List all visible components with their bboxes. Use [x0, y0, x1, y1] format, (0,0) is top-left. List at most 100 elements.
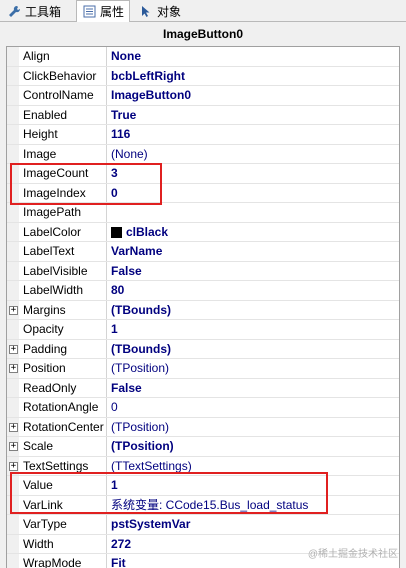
- property-value[interactable]: None: [108, 47, 399, 66]
- property-name: Width: [21, 534, 107, 553]
- row-gutter: [7, 534, 19, 553]
- property-row[interactable]: ImageCount 3: [7, 164, 399, 184]
- property-row[interactable]: Enabled True: [7, 105, 399, 125]
- tab-properties-label: 属性: [100, 5, 125, 19]
- property-row[interactable]: + Scale (TPosition): [7, 437, 399, 457]
- property-value-text: (TPosition): [111, 439, 174, 453]
- property-name: LabelVisible: [21, 261, 107, 280]
- property-row[interactable]: VarLink 系统变量: CCode15.Bus_load_status: [7, 495, 399, 515]
- property-value[interactable]: False: [108, 379, 399, 398]
- property-value[interactable]: 系统变量: CCode15.Bus_load_status: [108, 496, 399, 515]
- expand-plus-icon[interactable]: +: [9, 422, 18, 432]
- property-value-text: 1: [111, 478, 118, 492]
- property-row[interactable]: Height 116: [7, 125, 399, 145]
- property-value[interactable]: 1: [108, 320, 399, 339]
- property-value[interactable]: 116: [108, 125, 399, 144]
- property-row[interactable]: LabelColor clBlack: [7, 222, 399, 242]
- property-value[interactable]: (TBounds): [108, 340, 399, 359]
- row-gutter: [7, 242, 19, 261]
- row-gutter: [7, 183, 19, 202]
- property-grid[interactable]: Align None ClickBehavior bcbLeftRight Contro…: [6, 46, 400, 568]
- property-value-text: 0: [111, 185, 118, 200]
- property-row[interactable]: LabelVisible False: [7, 261, 399, 281]
- property-value-text: (None): [111, 146, 148, 161]
- property-value[interactable]: 0: [108, 184, 399, 203]
- tab-properties[interactable]: 属性: [76, 0, 131, 23]
- property-name: Height: [21, 125, 107, 144]
- tab-toolbox[interactable]: 工具箱: [2, 0, 66, 22]
- property-row[interactable]: + RotationCenter (TPosition): [7, 417, 399, 437]
- property-value[interactable]: (TPosition): [108, 418, 399, 437]
- property-name: ImagePath: [21, 203, 107, 222]
- property-value-text: True: [111, 107, 137, 122]
- property-value[interactable]: [108, 203, 399, 222]
- property-value[interactable]: bcbLeftRight: [108, 67, 399, 86]
- row-gutter: [7, 476, 19, 495]
- row-gutter: [7, 261, 19, 280]
- property-value-text: 系统变量: CCode15.Bus_load_status: [111, 497, 309, 512]
- property-row[interactable]: Value 1: [7, 476, 399, 496]
- tab-objects-label: 对象: [157, 4, 182, 19]
- row-gutter: [7, 281, 19, 300]
- property-row[interactable]: + Padding (TBounds): [7, 339, 399, 359]
- property-value-text: clBlack: [126, 224, 169, 239]
- property-value-text: (TTextSettings): [111, 458, 192, 473]
- property-row[interactable]: + Position (TPosition): [7, 359, 399, 379]
- property-value[interactable]: 80: [108, 281, 399, 300]
- property-value[interactable]: False: [108, 262, 399, 281]
- property-value[interactable]: (TPosition): [108, 359, 399, 378]
- property-row[interactable]: Image (None): [7, 144, 399, 164]
- property-value[interactable]: (TPosition): [108, 437, 399, 456]
- expand-plus-icon[interactable]: +: [9, 442, 18, 451]
- property-name: ClickBehavior: [21, 66, 107, 85]
- property-name: Image: [21, 144, 107, 163]
- property-row[interactable]: LabelText VarName: [7, 242, 399, 262]
- row-gutter: [7, 105, 19, 124]
- property-value-text: (TPosition): [111, 361, 170, 375]
- property-name: Padding: [21, 339, 107, 358]
- property-row[interactable]: VarType pstSystemVar: [7, 515, 399, 535]
- expand-plus-icon[interactable]: +: [9, 305, 18, 315]
- property-value[interactable]: VarName: [108, 242, 399, 261]
- property-value[interactable]: clBlack: [108, 223, 399, 242]
- property-value[interactable]: 1: [108, 476, 399, 495]
- expand-plus-icon[interactable]: +: [9, 364, 18, 373]
- cursor-icon: [139, 4, 153, 18]
- properties-icon: [82, 5, 96, 19]
- property-row[interactable]: ImageIndex 0: [7, 183, 399, 203]
- component-title: ImageButton0: [162, 27, 243, 41]
- property-row[interactable]: ReadOnly False: [7, 378, 399, 398]
- property-row[interactable]: + Margins (TBounds): [7, 300, 399, 320]
- property-row[interactable]: ImagePath: [7, 203, 399, 223]
- property-value[interactable]: True: [108, 106, 399, 125]
- property-value[interactable]: pstSystemVar: [108, 515, 399, 534]
- property-row[interactable]: RotationAngle 0: [7, 398, 399, 418]
- row-gutter: [7, 203, 19, 222]
- property-name: Margins: [21, 300, 107, 319]
- expand-plus-icon[interactable]: +: [9, 344, 18, 354]
- property-row[interactable]: ClickBehavior bcbLeftRight: [7, 66, 399, 86]
- property-value[interactable]: (TBounds): [108, 301, 399, 320]
- property-row[interactable]: Align None: [7, 47, 399, 67]
- property-row[interactable]: + TextSettings (TTextSettings): [7, 456, 399, 476]
- property-row[interactable]: ControlName ImageButton0: [7, 86, 399, 106]
- property-name: TextSettings: [21, 456, 107, 475]
- property-row[interactable]: LabelWidth 80: [7, 281, 399, 301]
- tab-bar: 工具箱 属性 对象: [0, 0, 406, 23]
- property-name: Align: [21, 47, 107, 66]
- color-swatch: [111, 226, 122, 238]
- tab-objects[interactable]: 对象: [134, 0, 186, 22]
- property-value[interactable]: ImageButton0: [108, 86, 399, 105]
- row-gutter: [7, 378, 19, 397]
- expand-plus-icon[interactable]: +: [9, 461, 18, 471]
- property-value[interactable]: 0: [108, 398, 399, 417]
- property-name: LabelText: [21, 242, 107, 261]
- property-value[interactable]: 3: [108, 164, 399, 183]
- property-value[interactable]: (None): [108, 145, 399, 164]
- row-gutter: [7, 495, 19, 514]
- property-value-text: False: [111, 380, 142, 395]
- row-gutter: [7, 515, 19, 534]
- row-gutter: [7, 320, 19, 339]
- property-row[interactable]: Opacity 1: [7, 320, 399, 340]
- property-value[interactable]: (TTextSettings): [108, 457, 399, 476]
